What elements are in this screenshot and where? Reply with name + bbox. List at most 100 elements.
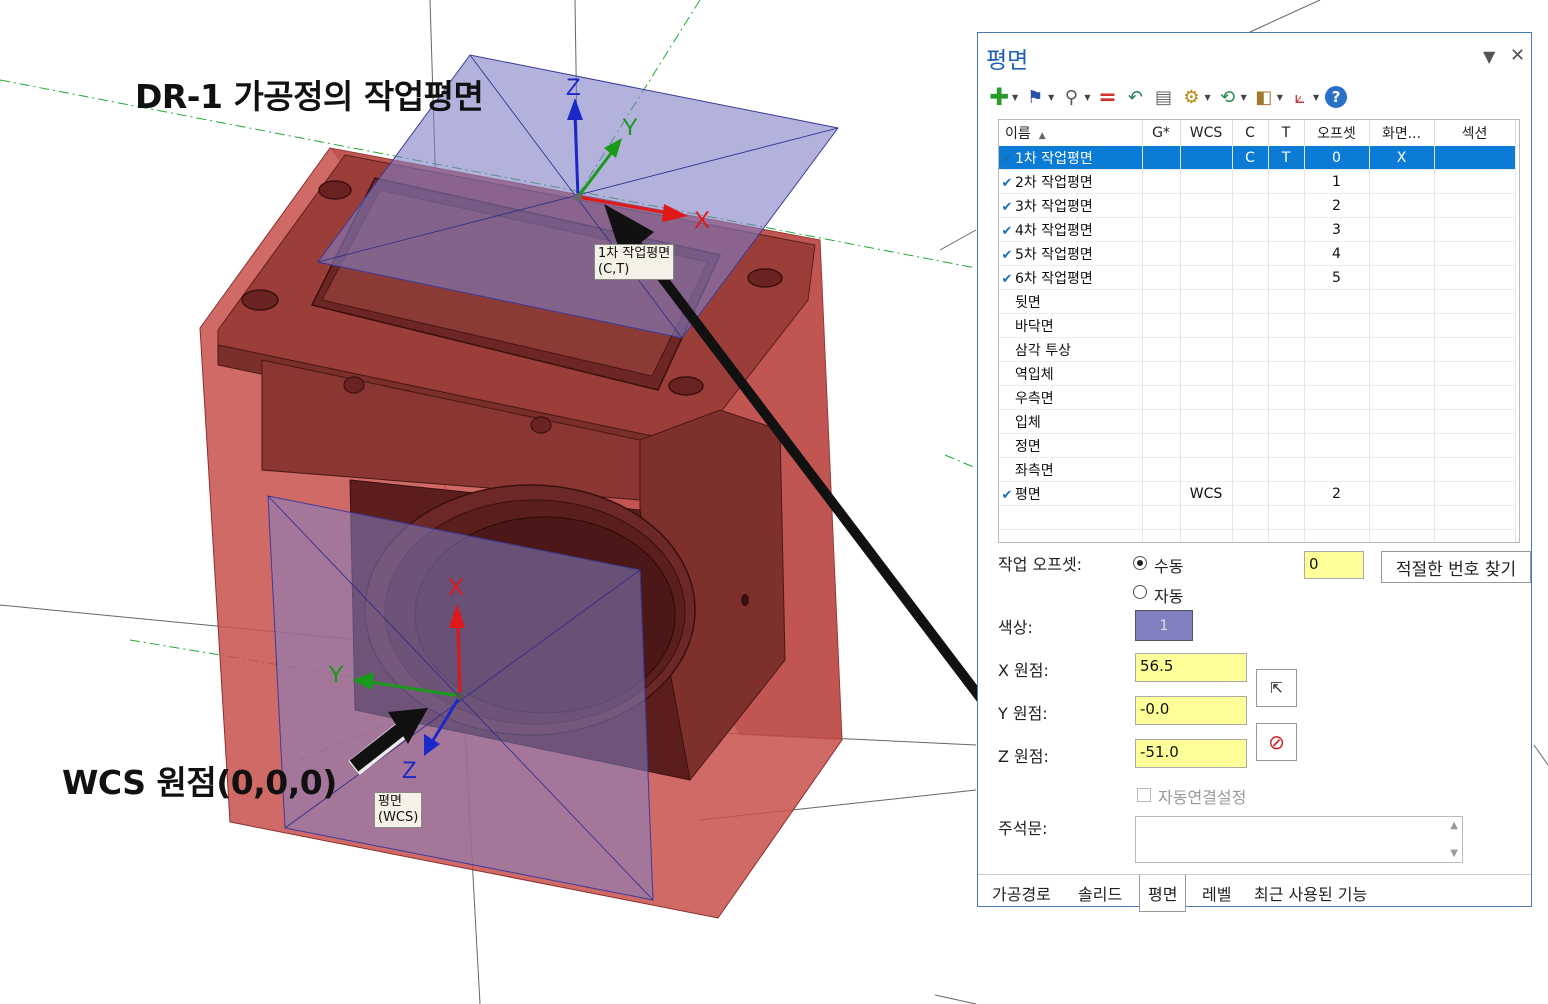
find-number-button[interactable]: 적절한 번호 찾기: [1381, 551, 1531, 583]
tab-planes[interactable]: 평면: [1139, 875, 1187, 912]
equal-icon[interactable]: =: [1096, 85, 1118, 110]
plane-name: 4차 작업평면: [1015, 222, 1093, 239]
plane-display-cell: [1369, 241, 1435, 266]
plane-display-cell: [1369, 433, 1435, 458]
plane-t-cell: [1268, 241, 1305, 266]
auto-link-label: 자동연결설정: [1158, 788, 1247, 807]
plane-row[interactable]: ✔ 1차 작업평면 C T 0 X: [999, 146, 1516, 170]
plane-c-cell: [1232, 265, 1269, 290]
add-icon[interactable]: ✚ ▼: [988, 83, 1018, 111]
calculator-icon[interactable]: ▤: [1152, 86, 1174, 108]
plane-display-cell: [1369, 169, 1435, 194]
cursor-select-icon[interactable]: ⇱: [1256, 669, 1297, 707]
manual-radio[interactable]: [1133, 556, 1147, 570]
col-header-section[interactable]: 섹션: [1434, 120, 1516, 146]
plane-t-cell: [1268, 289, 1305, 314]
plane-t-cell: [1268, 193, 1305, 218]
plane-name: 1차 작업평면: [1015, 150, 1093, 167]
plane-c-cell: [1232, 241, 1269, 266]
y-origin-field[interactable]: -0.0: [1135, 696, 1247, 725]
col-header-wcs[interactable]: WCS: [1180, 120, 1233, 146]
gear-icon[interactable]: ⚙ ▼: [1180, 86, 1210, 108]
auto-link-checkbox[interactable]: [1137, 788, 1151, 802]
plane-row[interactable]: 바닥면: [999, 313, 1516, 338]
plane-g-cell: [1142, 193, 1181, 218]
col-header-t[interactable]: T: [1268, 120, 1305, 146]
plane-row[interactable]: ✔ 4차 작업평면 3: [999, 217, 1516, 242]
planes-table-header: 이름 ▲ G* WCS C T 오프셋 화면... 섹션: [999, 120, 1516, 146]
plane-row[interactable]: ✔ 6차 작업평면 5: [999, 265, 1516, 290]
x-origin-field[interactable]: 56.5: [1135, 653, 1247, 682]
plane-offset-cell: 5: [1304, 265, 1370, 290]
help-icon[interactable]: ?: [1325, 86, 1348, 108]
plane-name-cell: ✔ 4차 작업평면: [999, 217, 1143, 242]
plane-wcs-cell: [1180, 241, 1233, 266]
axes-icon[interactable]: ⟀ ▼: [1289, 86, 1320, 108]
flag-icon[interactable]: ⚑ ▼: [1024, 86, 1054, 108]
plane-section-cell: [1434, 169, 1516, 194]
plane-c-cell: [1232, 433, 1269, 458]
auto-radio[interactable]: [1133, 585, 1147, 599]
z-origin-field[interactable]: -51.0: [1135, 739, 1247, 768]
col-header-c[interactable]: C: [1232, 120, 1269, 146]
undo-icon[interactable]: ↶: [1124, 86, 1146, 108]
sort-ascending-icon: ▲: [1038, 131, 1046, 141]
plane-name-cell: 정면: [999, 433, 1143, 458]
plane-row[interactable]: 역입체: [999, 361, 1516, 386]
tab-recent-functions[interactable]: 최근 사용된 기능: [1248, 879, 1373, 907]
pin-dropdown-icon[interactable]: ▼: [1483, 47, 1495, 66]
plane-t-cell: [1268, 217, 1305, 242]
tab-solids[interactable]: 솔리드: [1072, 879, 1128, 907]
plane-row[interactable]: ✔ 평면 WCS 2: [999, 481, 1516, 506]
box-icon[interactable]: ◧ ▼: [1253, 86, 1283, 108]
col-header-display[interactable]: 화면...: [1369, 120, 1435, 146]
scroll-down-icon[interactable]: ▼: [1450, 848, 1458, 859]
plane-row[interactable]: 삼각 투상: [999, 337, 1516, 362]
bottom-x-label: X: [448, 574, 464, 601]
plane-row[interactable]: 우측면: [999, 385, 1516, 410]
plane-c-cell: [1232, 481, 1269, 506]
checkmark-icon: ✔: [1001, 199, 1013, 215]
plane-c-cell: [1232, 409, 1269, 434]
manual-label: 수동: [1154, 557, 1184, 576]
no-entry-icon[interactable]: ⊘: [1256, 723, 1297, 761]
plane-section-cell: [1434, 217, 1516, 242]
color-swatch[interactable]: 1: [1135, 610, 1193, 641]
plane-row[interactable]: ✔ 2차 작업평면 1: [999, 169, 1516, 194]
plane-name: 우측면: [1015, 390, 1054, 407]
col-header-offset[interactable]: 오프셋: [1304, 120, 1370, 146]
offset-field[interactable]: 0: [1304, 551, 1364, 579]
plane-name-cell: 삼각 투상: [999, 337, 1143, 362]
plane-wcs-cell: [1180, 146, 1233, 170]
tab-levels[interactable]: 레벨: [1196, 879, 1237, 907]
search-icon[interactable]: ⚲ ▼: [1060, 86, 1091, 108]
plane-row[interactable]: 좌측면: [999, 457, 1516, 482]
plane-t-cell: [1268, 481, 1305, 506]
plane-g-cell: [1142, 457, 1181, 482]
close-icon[interactable]: ✕: [1510, 45, 1525, 66]
plane-g-cell: [1142, 217, 1181, 242]
plane-offset-cell: [1304, 409, 1370, 434]
tab-toolpaths[interactable]: 가공경로: [986, 879, 1057, 907]
plane-row[interactable]: ✔ 3차 작업평면 2: [999, 193, 1516, 218]
top-z-label: Z: [566, 74, 581, 101]
plane-row[interactable]: ✔ 5차 작업평면 4: [999, 241, 1516, 266]
plane-section-cell: [1434, 433, 1516, 458]
color-label: 색상:: [998, 618, 1033, 637]
top-y-label: Y: [622, 114, 638, 141]
checkmark-icon: ✔: [1001, 247, 1013, 263]
col-header-name[interactable]: 이름 ▲: [999, 120, 1143, 146]
plane-name: 정면: [1015, 438, 1041, 455]
plane-row[interactable]: 정면: [999, 433, 1516, 458]
planes-grid[interactable]: 이름 ▲ G* WCS C T 오프셋 화면... 섹션 ✔ 1차 작업평면 C T 0 X…: [998, 119, 1520, 543]
col-header-g[interactable]: G*: [1142, 120, 1181, 146]
plane-section-cell: [1434, 409, 1516, 434]
plane-row[interactable]: 뒷면: [999, 289, 1516, 314]
plane-wcs-cell: [1180, 217, 1233, 242]
plane-row[interactable]: 입체: [999, 409, 1516, 434]
comment-field[interactable]: ▲ ▼: [1135, 816, 1463, 863]
plane-wcs-cell: [1180, 457, 1233, 482]
plane-name-cell: ✔ 평면: [999, 481, 1143, 506]
refresh-icon[interactable]: ⟲ ▼: [1217, 86, 1247, 108]
scroll-up-icon[interactable]: ▲: [1450, 820, 1458, 831]
